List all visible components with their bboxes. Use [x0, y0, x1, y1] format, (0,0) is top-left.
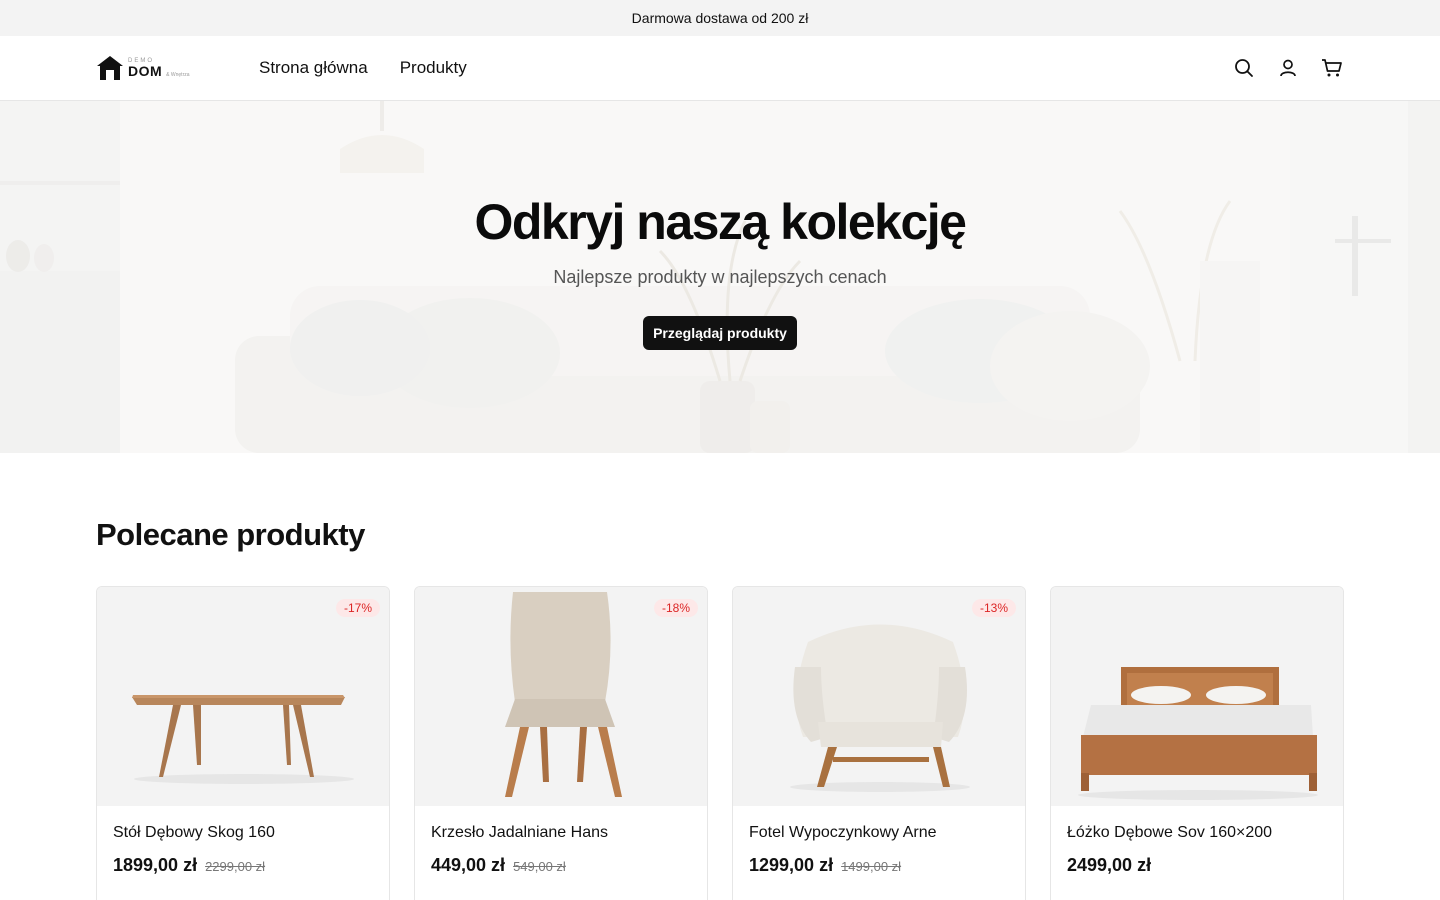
logo-sub-text: & Wnętrza [166, 72, 190, 78]
cart-icon[interactable] [1320, 56, 1344, 80]
discount-badge: -17% [335, 599, 380, 617]
product-image-bed[interactable] [1051, 587, 1343, 806]
main-nav: Strona główna Produkty [259, 58, 499, 78]
product-name[interactable]: Stół Dębowy Skog 160 [113, 824, 373, 842]
hero-title: Odkryj naszą kolekcję [474, 194, 967, 250]
product-image-armchair[interactable]: -13% [733, 587, 1025, 806]
product-name[interactable]: Łóżko Dębowe Sov 160×200 [1067, 824, 1327, 842]
account-icon[interactable] [1276, 56, 1300, 80]
product-card[interactable]: Łóżko Dębowe Sov 160×200 2499,00 zł [1050, 586, 1344, 900]
product-image-chair[interactable]: -18% [415, 587, 707, 806]
product-price-row: 449,00 zł 549,00 zł [431, 855, 691, 876]
hero-content: Odkryj naszą kolekcję Najlepsze produkty… [0, 193, 1440, 350]
product-old-price: 1499,00 zł [841, 859, 902, 874]
announcement-bar: Darmowa dostawa od 200 zł [0, 0, 1440, 36]
product-price-row: 1899,00 zł 2299,00 zł [113, 855, 373, 876]
section-title: Polecane produkty [96, 517, 365, 552]
browse-products-button[interactable]: Przeglądaj produkty [643, 316, 797, 350]
product-card[interactable]: -13% Fotel Wypoczynkowy Arne 1299,00 zł … [732, 586, 1026, 900]
product-card[interactable]: -17% Stół Dębowy Skog 160 1899,00 zł 229… [96, 586, 390, 900]
discount-badge: -13% [971, 599, 1016, 617]
product-price: 1899,00 zł [113, 855, 198, 875]
hero-subtitle: Najlepsze produkty w najlepszych cenach [553, 267, 887, 287]
header-icons [1212, 36, 1344, 100]
product-grid: -17% Stół Dębowy Skog 160 1899,00 zł 229… [96, 586, 1344, 900]
search-icon[interactable] [1232, 56, 1256, 80]
product-card[interactable]: -18% Krzesło Jadalniane Hans 449,00 zł 5… [414, 586, 708, 900]
product-price: 1299,00 zł [749, 855, 834, 875]
nav-item-products[interactable]: Produkty [400, 58, 467, 78]
hero-banner: Odkryj naszą kolekcję Najlepsze produkty… [0, 101, 1440, 453]
announcement-text: Darmowa dostawa od 200 zł [631, 10, 809, 26]
discount-badge: -18% [653, 599, 698, 617]
product-price: 2499,00 zł [1067, 855, 1152, 875]
product-name[interactable]: Fotel Wypoczynkowy Arne [749, 824, 1009, 842]
product-price: 449,00 zł [431, 855, 506, 875]
product-image-table[interactable]: -17% [97, 587, 389, 806]
product-price-row: 1299,00 zł 1499,00 zł [749, 855, 1009, 876]
logo[interactable]: DEMO DOM & Wnętrza [96, 48, 259, 88]
product-old-price: 549,00 zł [513, 859, 566, 874]
house-logo-icon [97, 56, 123, 80]
nav-item-home[interactable]: Strona główna [259, 58, 368, 78]
product-name[interactable]: Krzesło Jadalniane Hans [431, 824, 691, 842]
logo-main-text: DOM [128, 63, 163, 79]
site-header: DEMO DOM & Wnętrza Strona główna Produkt… [0, 36, 1440, 101]
product-price-row: 2499,00 zł [1067, 855, 1327, 876]
product-old-price: 2299,00 zł [205, 859, 266, 874]
featured-products-section: Polecane produkty -17% Stół Dębowy Skog … [0, 453, 1440, 900]
